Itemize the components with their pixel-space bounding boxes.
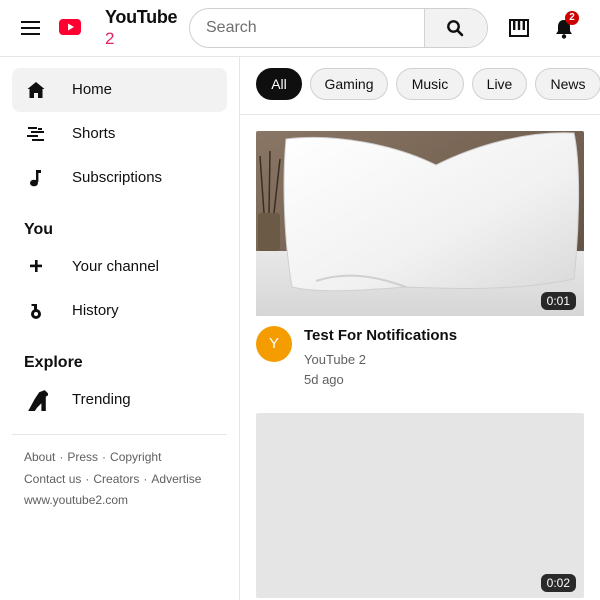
- history-icon: [31, 304, 41, 319]
- sidebar-item-shorts[interactable]: Shorts: [12, 112, 227, 156]
- sidebar-item-label: Your channel: [72, 258, 160, 275]
- piano-icon[interactable]: [509, 18, 529, 38]
- chip-music[interactable]: Music: [396, 68, 464, 100]
- video-duration: 0:01: [540, 292, 576, 310]
- pillow-thumbnail-image: [256, 131, 584, 316]
- sidebar: Home Shorts Subscriptions You Your chann…: [0, 57, 240, 600]
- sidebar-item-label: History: [72, 302, 119, 319]
- sidebar-divider: [12, 434, 227, 435]
- footer-website: www.youtube2.com: [24, 493, 129, 507]
- shorts-icon: [27, 127, 44, 141]
- video-channel-name[interactable]: YouTube 2: [304, 352, 366, 367]
- footer-links-row-1: About · Press · Copyright: [24, 450, 162, 464]
- hamburger-menu-icon[interactable]: [20, 18, 42, 38]
- video-thumbnail[interactable]: 0:01: [256, 131, 584, 316]
- sidebar-item-trending[interactable]: Trending: [12, 378, 227, 422]
- top-header: YouTube 2 2: [0, 0, 600, 57]
- filter-chips-bar: All Gaming Music Live News: [240, 57, 600, 115]
- video-age: 5d ago: [304, 372, 344, 387]
- sidebar-item-subscriptions[interactable]: Subscriptions: [12, 156, 227, 200]
- sidebar-item-label: Trending: [72, 391, 131, 408]
- footer-link-about[interactable]: About: [24, 450, 55, 464]
- chip-live[interactable]: Live: [472, 68, 527, 100]
- sidebar-item-label: Home: [72, 81, 113, 98]
- trending-icon: [28, 390, 48, 411]
- section-title-you: You: [24, 221, 54, 238]
- home-icon: [27, 82, 45, 98]
- search-icon: [447, 20, 464, 37]
- search-box: [189, 8, 488, 48]
- channel-avatar[interactable]: Y: [256, 326, 292, 362]
- music-note-icon: [30, 170, 41, 187]
- notification-count-badge: 2: [565, 11, 579, 25]
- search-button[interactable]: [424, 9, 487, 47]
- footer-link-contact[interactable]: Contact us: [24, 472, 81, 486]
- brand-suffix: 2: [105, 29, 115, 48]
- footer-link-copyright[interactable]: Copyright: [110, 450, 161, 464]
- chip-gaming[interactable]: Gaming: [310, 68, 388, 100]
- main-content: All Gaming Music Live News 0:01 Y Test F…: [240, 57, 600, 600]
- brand-name[interactable]: YouTube: [105, 7, 178, 28]
- sidebar-item-history[interactable]: History: [12, 289, 227, 333]
- video-title[interactable]: Test For Notifications: [304, 327, 457, 344]
- chip-all[interactable]: All: [256, 68, 302, 100]
- video-thumbnail[interactable]: 0:02: [256, 413, 584, 598]
- search-input[interactable]: [190, 9, 424, 47]
- sidebar-item-your-channel[interactable]: Your channel: [12, 245, 227, 289]
- app-window: YouTube 2 2: [0, 0, 600, 600]
- chip-news[interactable]: News: [535, 68, 600, 100]
- sidebar-item-home[interactable]: Home: [12, 68, 227, 112]
- sidebar-item-label: Subscriptions: [72, 169, 163, 186]
- section-title-explore: Explore: [24, 354, 83, 371]
- footer-link-advertise[interactable]: Advertise: [151, 472, 201, 486]
- footer-links-row-2: Contact us · Creators · Advertise: [24, 472, 202, 486]
- youtube-logo-icon[interactable]: [59, 19, 81, 35]
- footer-link-press[interactable]: Press: [67, 450, 98, 464]
- sidebar-item-label: Shorts: [72, 125, 116, 142]
- plus-icon: [30, 260, 42, 272]
- video-duration: 0:02: [540, 574, 576, 592]
- footer-link-creators[interactable]: Creators: [93, 472, 139, 486]
